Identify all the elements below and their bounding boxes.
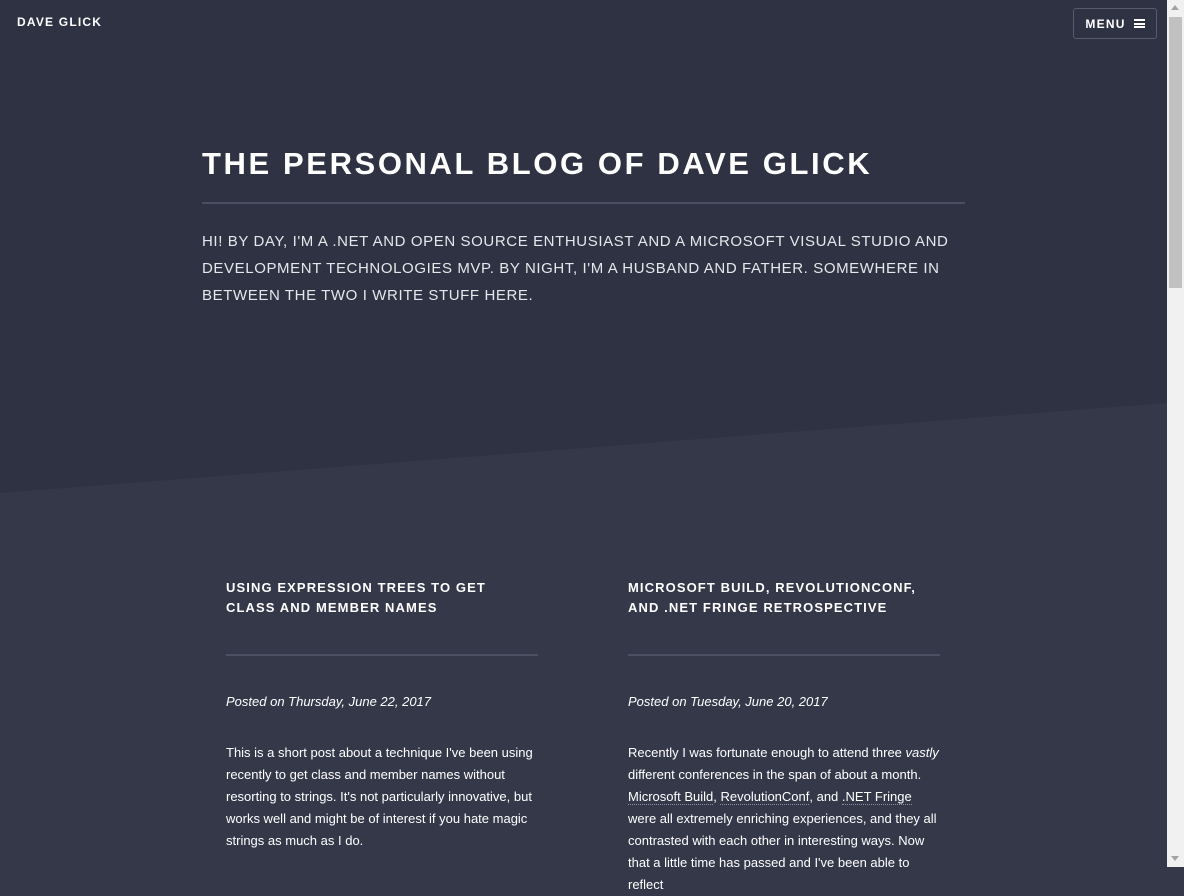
post-title-link[interactable]: MICROSOFT BUILD, REVOLUTIONCONF, AND .NE…: [628, 578, 940, 618]
post-divider: [628, 654, 940, 656]
post-divider: [226, 654, 538, 656]
net-fringe-link[interactable]: .NET Fringe: [841, 789, 912, 805]
menu-button-label: MENU: [1085, 16, 1126, 31]
excerpt-emphasis: vastly: [905, 745, 939, 760]
hamburger-icon: [1133, 19, 1145, 28]
banner-intro-text: HI! BY DAY, I'M A .NET AND OPEN SOURCE E…: [202, 233, 949, 304]
post-date: Posted on Tuesday, June 20, 2017: [628, 694, 828, 709]
excerpt-text: Recently I was fortunate enough to atten…: [628, 745, 906, 760]
excerpt-text: different conferences in the span of abo…: [628, 767, 922, 782]
post-card: USING EXPRESSION TREES TO GET CLASS AND …: [226, 578, 538, 848]
post-excerpt: This is a short post about a technique I…: [226, 745, 533, 848]
top-navbar: DAVE GLICK MENU: [0, 0, 1167, 48]
vertical-scrollbar[interactable]: [1167, 0, 1184, 867]
excerpt-text: , and: [809, 789, 842, 804]
microsoft-build-link[interactable]: Microsoft Build: [628, 789, 714, 805]
post-title-link[interactable]: USING EXPRESSION TREES TO GET CLASS AND …: [226, 578, 538, 618]
banner-divider: [202, 202, 965, 204]
menu-button[interactable]: MENU: [1073, 8, 1157, 39]
excerpt-text: were all extremely enriching experiences…: [628, 811, 937, 892]
scrollbar-thumb[interactable]: [1169, 17, 1182, 288]
scroll-up-arrow-icon[interactable]: [1171, 5, 1179, 10]
post-card: MICROSOFT BUILD, REVOLUTIONCONF, AND .NE…: [628, 578, 940, 892]
page-title: THE PERSONAL BLOG OF DAVE GLICK: [202, 146, 873, 181]
site-brand-link[interactable]: DAVE GLICK: [17, 15, 102, 29]
revolutionconf-link[interactable]: RevolutionConf: [720, 789, 810, 805]
hero-banner: THE PERSONAL BLOG OF DAVE GLICK HI! BY D…: [0, 48, 1167, 493]
scroll-down-arrow-icon[interactable]: [1171, 856, 1179, 861]
post-excerpt: Recently I was fortunate enough to atten…: [628, 742, 943, 896]
post-date: Posted on Thursday, June 22, 2017: [226, 694, 432, 709]
